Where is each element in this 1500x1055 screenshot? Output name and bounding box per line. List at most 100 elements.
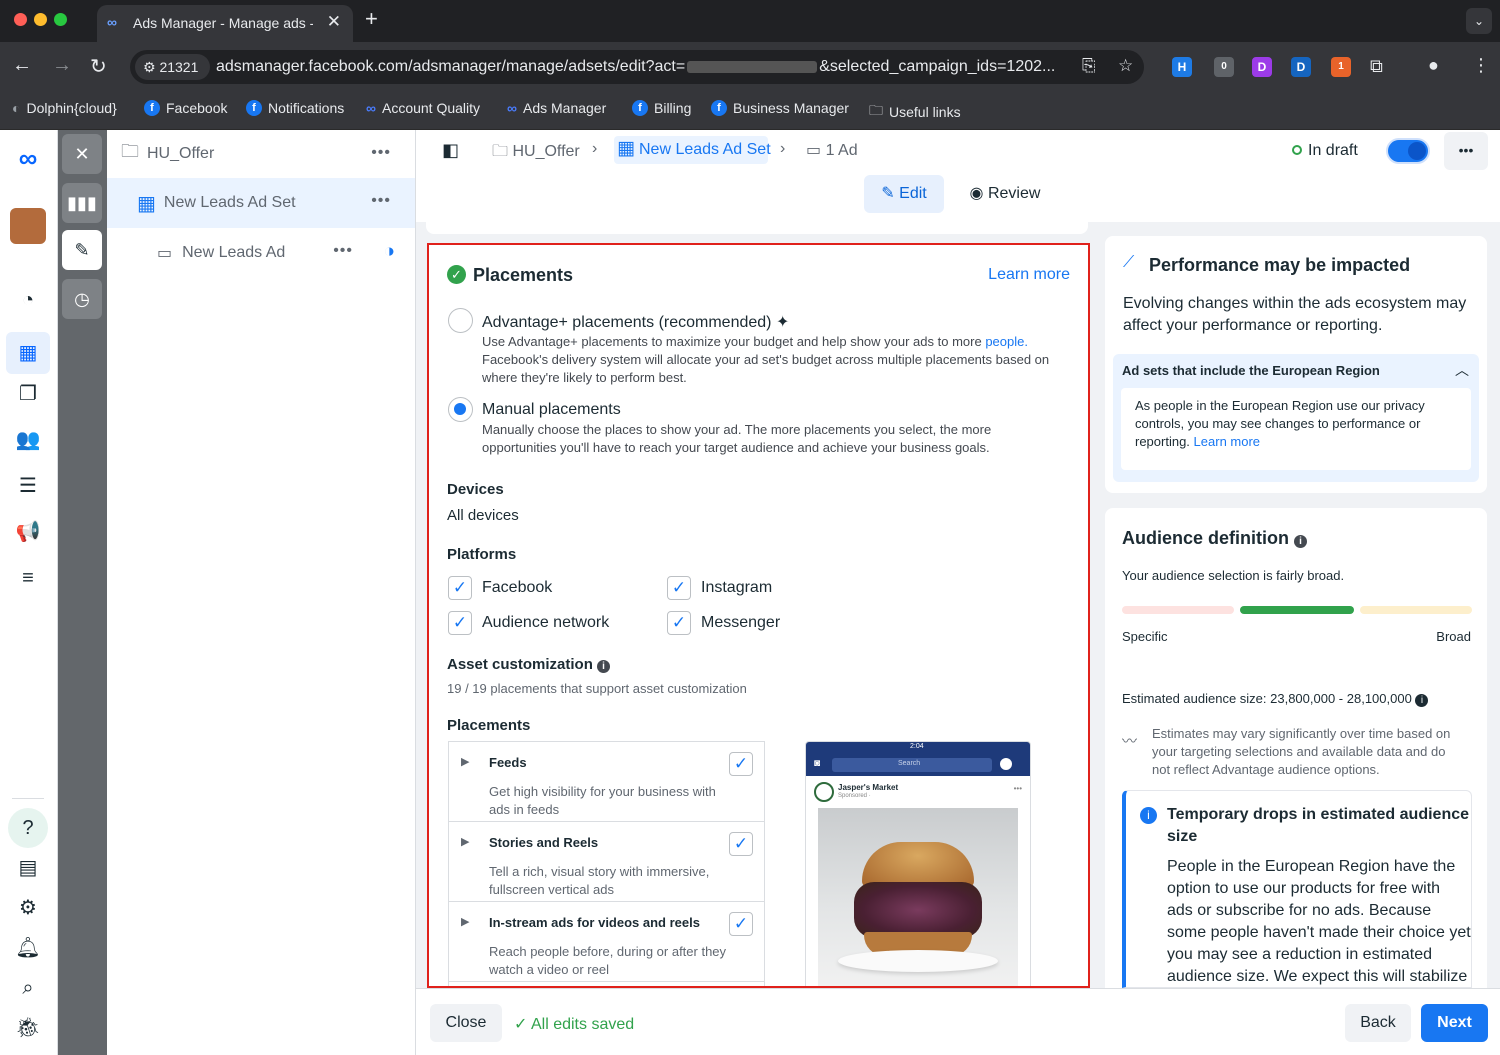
status-indicator: In draft — [1292, 142, 1358, 160]
ad-campaigns-megaphone-icon[interactable]: 📢 — [14, 518, 42, 546]
info-icon[interactable]: i — [1294, 535, 1308, 548]
browser-tab[interactable]: ∞ Ads Manager - Manage ads - ✕ — [97, 5, 353, 42]
report-bug-icon[interactable]: 🐞︎ — [14, 1014, 42, 1042]
chevron-up-icon[interactable]: ︿ — [1455, 360, 1469, 380]
search-icon[interactable]: ⌕ — [14, 974, 42, 1002]
forward-arrow-icon[interactable]: → — [52, 54, 72, 77]
address-bar[interactable]: ⚙ 21321 adsmanager.facebook.com/adsmanag… — [130, 50, 1144, 84]
bookmark-dolphin[interactable]: ◐ Dolphin{cloud} — [12, 100, 117, 116]
extension-doc-icon[interactable]: 0 — [1214, 57, 1234, 77]
platform-facebook-checkbox[interactable]: ✓ — [448, 576, 472, 600]
extension-puzzle-badge-icon[interactable]: 1 — [1331, 57, 1351, 77]
next-button[interactable]: Next — [1421, 1004, 1488, 1042]
review-mode-button[interactable]: ◉ Review — [960, 175, 1050, 213]
advantage-desc-line: where they're likely to perform best. — [482, 370, 687, 385]
close-editor-icon[interactable]: ✕ — [62, 134, 102, 174]
account-avatar[interactable] — [10, 208, 46, 244]
back-button[interactable]: Back — [1345, 1004, 1411, 1042]
placements-learn-more-link[interactable]: Learn more — [988, 266, 1070, 284]
tab-close-icon[interactable]: ✕ — [327, 12, 341, 32]
chart-view-icon[interactable]: ▮▮▮ — [62, 183, 102, 223]
adset-more-icon[interactable]: ••• — [371, 192, 391, 210]
meta-favicon-icon: ∞ — [107, 14, 117, 30]
breadcrumb-adset[interactable]: ▦ New Leads Ad Set — [614, 136, 771, 164]
close-button[interactable]: Close — [430, 1004, 502, 1042]
edit-mode-button[interactable]: ✎ Edit — [864, 175, 944, 213]
dashboard-gauge-icon[interactable]: ◔ — [14, 286, 42, 314]
audiences-icon[interactable]: 👥 — [14, 426, 42, 454]
window-close-button[interactable] — [14, 13, 27, 26]
window-minimize-button[interactable] — [34, 13, 47, 26]
info-icon[interactable]: i — [597, 660, 611, 673]
people-link[interactable]: people. — [985, 334, 1028, 349]
help-question-icon[interactable]: ? — [8, 808, 48, 848]
meter-broad-segment — [1360, 606, 1472, 614]
instream-checkbox[interactable]: ✓ — [729, 912, 753, 936]
toggle-panel-icon[interactable]: ◧ — [442, 140, 459, 161]
meta-logo-icon[interactable]: ∞ — [14, 144, 42, 172]
feeds-checkbox[interactable]: ✓ — [729, 752, 753, 776]
bookmark-business-manager[interactable]: f Business Manager — [711, 100, 849, 116]
settings-gear-icon[interactable]: ⚙ — [14, 894, 42, 922]
ad-more-icon[interactable]: ••• — [333, 242, 353, 260]
ad-doc-icon: ▭ — [157, 245, 173, 262]
reload-icon[interactable]: ↻ — [90, 54, 107, 79]
campaigns-table-icon[interactable]: ▦ — [6, 332, 50, 374]
platform-instagram-checkbox[interactable]: ✓ — [667, 576, 691, 600]
eu-region-text: reporting. Learn more — [1135, 434, 1261, 449]
placement-group-feeds[interactable]: ▶ Feeds ✓ Get high visibility for your b… — [449, 742, 764, 822]
eu-learn-more-link[interactable]: Learn more — [1194, 434, 1260, 449]
bookmark-ads-manager[interactable]: ∞ Ads Manager — [507, 100, 606, 116]
campaign-more-icon[interactable]: ••• — [371, 144, 391, 162]
publish-toggle[interactable] — [1386, 138, 1430, 164]
stories-reels-checkbox[interactable]: ✓ — [729, 832, 753, 856]
all-tools-menu-icon[interactable]: ≡ — [14, 564, 42, 592]
extension-h-icon[interactable]: H — [1172, 57, 1192, 77]
performance-title: Performance may be impacted — [1149, 255, 1411, 275]
tree-adset-row[interactable]: ▦ New Leads Ad Set ••• — [107, 178, 415, 228]
notifications-bell-icon[interactable]: 🔔︎ — [14, 934, 42, 962]
expand-caret-icon[interactable]: ▶ — [461, 755, 469, 768]
history-clock-icon[interactable]: ◷ — [62, 279, 102, 319]
placement-group-desc: fullscreen vertical ads — [489, 882, 614, 897]
extension-d-icon[interactable]: D — [1252, 57, 1272, 77]
tree-ad-row[interactable]: ▭ New Leads Ad ••• ◑ — [107, 228, 415, 278]
edit-pencil-icon[interactable]: ✎ — [62, 230, 102, 270]
redacted-account-id — [687, 60, 818, 73]
bookmark-star-icon[interactable]: ☆ — [1118, 56, 1133, 76]
placement-group-instream[interactable]: ▶ In-stream ads for videos and reels ✓ R… — [449, 902, 764, 982]
extensions-puzzle-icon[interactable]: ⧉ — [1370, 56, 1383, 77]
manual-placements-radio[interactable] — [448, 397, 473, 422]
placement-group-stories-reels[interactable]: ▶ Stories and Reels ✓ Tell a rich, visua… — [449, 822, 764, 902]
window-zoom-button[interactable] — [54, 13, 67, 26]
bookmark-folder-useful-links[interactable]: 🗀 Useful links — [869, 100, 961, 124]
billing-icon[interactable]: ☰ — [14, 472, 42, 500]
header-more-button[interactable]: ••• — [1444, 132, 1488, 170]
platform-messenger-checkbox[interactable]: ✓ — [667, 611, 691, 635]
bookmark-billing[interactable]: f Billing — [632, 100, 691, 116]
placement-preview-phone: 2:04 ◙ Search Jasper's Market Sponsored … — [805, 741, 1031, 986]
new-tab-button[interactable]: + — [365, 6, 378, 32]
breadcrumb-campaign[interactable]: 🗀 HU_Offer — [492, 140, 580, 167]
tab-search-chevron-icon[interactable]: ⌄ — [1466, 8, 1492, 34]
expand-caret-icon[interactable]: ▶ — [461, 835, 469, 848]
expand-caret-icon[interactable]: ▶ — [461, 915, 469, 928]
news-feed-icon[interactable]: ▤ — [14, 854, 42, 882]
devices-value[interactable]: All devices — [447, 507, 519, 524]
platform-audience-network-checkbox[interactable]: ✓ — [448, 611, 472, 635]
info-icon[interactable]: i — [1415, 694, 1429, 707]
bookmark-account-quality[interactable]: ∞ Account Quality — [366, 100, 480, 116]
bookmark-notifications[interactable]: f Notifications — [246, 100, 344, 116]
breadcrumb-ad[interactable]: ▭ 1 Ad — [806, 140, 858, 160]
advantage-placements-radio[interactable] — [448, 308, 473, 333]
tree-campaign-row[interactable]: 🗀 HU_Offer ••• — [107, 130, 415, 178]
profile-avatar-icon[interactable]: ● — [1428, 55, 1439, 76]
extension-dolphin-icon[interactable]: D — [1291, 57, 1311, 77]
back-arrow-icon[interactable]: ← — [12, 54, 32, 77]
site-info-button[interactable]: ⚙ 21321 — [135, 54, 210, 80]
browser-menu-icon[interactable]: ⋮ — [1472, 55, 1490, 76]
eu-region-accordion[interactable]: Ad sets that include the European Region… — [1113, 354, 1479, 482]
pages-icon[interactable]: ❐ — [14, 380, 42, 408]
bookmark-facebook[interactable]: f Facebook — [144, 100, 227, 116]
install-app-icon[interactable]: ⎘ — [1082, 56, 1096, 76]
